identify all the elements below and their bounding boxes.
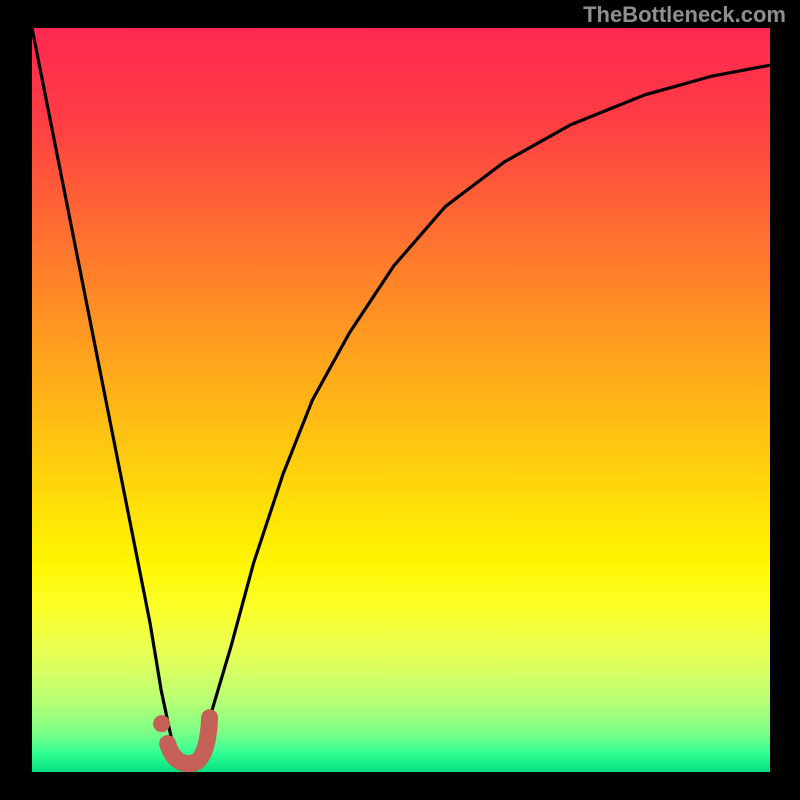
watermark-text: TheBottleneck.com xyxy=(583,2,786,28)
chart-svg xyxy=(0,0,800,800)
marker-dot xyxy=(153,715,170,732)
plot-gradient xyxy=(32,28,770,772)
chart-stage: TheBottleneck.com xyxy=(0,0,800,800)
